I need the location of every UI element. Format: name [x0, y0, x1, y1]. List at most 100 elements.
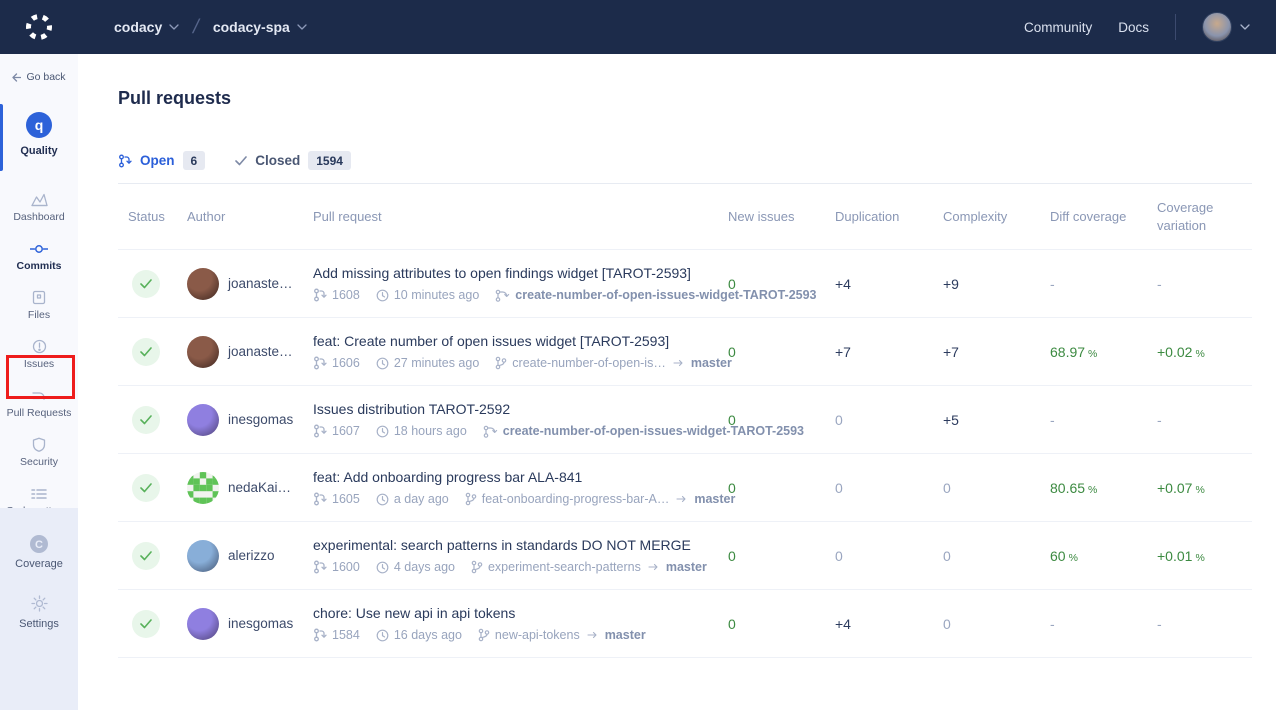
closed-count-badge: 1594	[308, 151, 351, 170]
pr-meta: 1607 18 hours ago create-number-of-open-…	[313, 424, 704, 438]
status-cell	[128, 270, 187, 298]
arrow-left-icon	[12, 73, 21, 82]
duplication-value: +4	[835, 616, 943, 632]
org-name: codacy	[114, 19, 162, 35]
coverage-variation-value: +0.07%	[1157, 480, 1252, 496]
diff-coverage-value: -	[1050, 616, 1157, 632]
sidebar-item-issues[interactable]: Issues	[0, 330, 78, 379]
page-title: Pull requests	[118, 88, 1252, 109]
pr-title[interactable]: Add missing attributes to open findings …	[313, 265, 704, 281]
security-icon	[32, 437, 46, 453]
author-cell: joanaste…	[187, 336, 313, 368]
branch-name: create-number-of-open-is…	[512, 356, 666, 370]
clock-icon	[376, 289, 389, 302]
coverage-variation-value: +0.02%	[1157, 344, 1252, 360]
author-name: inesgomas	[228, 616, 293, 631]
author-cell: inesgomas	[187, 404, 313, 436]
new-issues-value: 0	[728, 548, 835, 564]
sidebar-item-coverage[interactable]: CCoverage	[0, 522, 78, 582]
column-header-coverage-variation: Coverage variation	[1157, 199, 1252, 234]
table-row[interactable]: joanaste… feat: Create number of open is…	[118, 318, 1252, 386]
code-patterns-icon	[31, 486, 47, 502]
repo-name: codacy-spa	[213, 19, 290, 35]
tab-open[interactable]: Open 6	[118, 151, 205, 170]
commits-icon	[30, 241, 48, 257]
clock-icon	[376, 561, 389, 574]
go-back-button[interactable]: Go back	[0, 54, 78, 94]
community-link[interactable]: Community	[1024, 20, 1092, 35]
pr-state-tabs: Open 6 Closed 1594	[118, 151, 1252, 184]
pr-title[interactable]: Issues distribution TAROT-2592	[313, 401, 704, 417]
sidebar-item-label: Dashboard	[13, 212, 64, 224]
coverage-variation-value: -	[1157, 616, 1252, 632]
column-header-complexity: Complexity	[943, 208, 1050, 226]
column-header-status: Status	[128, 208, 187, 226]
branch-icon	[465, 492, 477, 506]
pr-age: 27 minutes ago	[394, 356, 479, 370]
coverage-icon: C	[29, 534, 49, 554]
target-branch: master	[666, 560, 707, 574]
duplication-value: 0	[835, 480, 943, 496]
pr-title[interactable]: experimental: search patterns in standar…	[313, 537, 704, 553]
sidebar-item-commits[interactable]: Commits	[0, 232, 78, 281]
pr-cell: experimental: search patterns in standar…	[313, 537, 728, 574]
pr-number: 1600	[332, 560, 360, 574]
tab-closed[interactable]: Closed 1594	[235, 151, 351, 170]
author-name: alerizzo	[228, 548, 275, 563]
author-cell: inesgomas	[187, 608, 313, 640]
sidebar-item-dashboard[interactable]: Dashboard	[0, 183, 78, 232]
branch-icon	[495, 356, 507, 370]
pr-age: 16 days ago	[394, 628, 462, 642]
branch-icon	[478, 628, 490, 642]
table-row[interactable]: inesgomas chore: Use new api in api toke…	[118, 590, 1252, 658]
table-row[interactable]: inesgomas Issues distribution TAROT-2592…	[118, 386, 1252, 454]
sidebar-item-label: Commits	[17, 261, 62, 273]
clock-icon	[376, 629, 389, 642]
pr-meta: 1605 a day ago feat-onboarding-progress-…	[313, 492, 704, 506]
coverage-variation-value: -	[1157, 276, 1252, 292]
sidebar-item-files[interactable]: Files	[0, 281, 78, 330]
arrow-right-icon	[648, 563, 659, 571]
sidebar-item-pull-requests[interactable]: Pull Requests	[0, 379, 78, 428]
author-cell: alerizzo	[187, 540, 313, 572]
pr-cell: Issues distribution TAROT-2592 1607 18 h…	[313, 401, 728, 438]
svg-text:C: C	[35, 539, 43, 551]
chevron-down-icon	[297, 24, 307, 30]
table-row[interactable]: nedaKai… feat: Add onboarding progress b…	[118, 454, 1252, 522]
status-cell	[128, 542, 187, 570]
sidebar-item-quality[interactable]: q Quality	[0, 104, 78, 171]
table-row[interactable]: alerizzo experimental: search patterns i…	[118, 522, 1252, 590]
sidebar-item-settings[interactable]: Settings	[0, 582, 78, 642]
branch-name: experiment-search-patterns	[488, 560, 641, 574]
breadcrumb-separator: /	[191, 16, 201, 39]
pr-title[interactable]: chore: Use new api in api tokens	[313, 605, 704, 621]
status-cell	[128, 474, 187, 502]
pr-meta: 1608 10 minutes ago create-number-of-ope…	[313, 288, 704, 302]
top-bar: codacy / codacy-spa Community Docs	[0, 0, 1276, 54]
avatar	[187, 472, 219, 504]
quality-icon: q	[26, 112, 52, 138]
chevron-down-icon	[1240, 24, 1250, 30]
clock-icon	[376, 493, 389, 506]
pr-title[interactable]: feat: Add onboarding progress bar ALA-84…	[313, 469, 704, 485]
status-cell	[128, 406, 187, 434]
pr-cell: feat: Create number of open issues widge…	[313, 333, 728, 370]
status-success-icon	[132, 270, 160, 298]
pr-title[interactable]: feat: Create number of open issues widge…	[313, 333, 704, 349]
sidebar-item-security[interactable]: Security	[0, 428, 78, 477]
pr-cell: Add missing attributes to open findings …	[313, 265, 728, 302]
sidebar-item-label: Pull Requests	[7, 408, 72, 420]
user-menu[interactable]	[1202, 12, 1250, 42]
status-success-icon	[132, 406, 160, 434]
coverage-variation-value: -	[1157, 412, 1252, 428]
codacy-logo[interactable]	[0, 12, 78, 42]
pr-number: 1607	[332, 424, 360, 438]
duplication-value: +4	[835, 276, 943, 292]
new-issues-value: 0	[728, 480, 835, 496]
sidebar-nav-secondary: CCoverageSettings	[0, 508, 78, 710]
table-header: StatusAuthorPull requestNew issuesDuplic…	[118, 184, 1252, 250]
repo-selector[interactable]: codacy-spa	[213, 19, 307, 35]
docs-link[interactable]: Docs	[1118, 20, 1149, 35]
org-selector[interactable]: codacy	[114, 19, 179, 35]
table-row[interactable]: joanaste… Add missing attributes to open…	[118, 250, 1252, 318]
